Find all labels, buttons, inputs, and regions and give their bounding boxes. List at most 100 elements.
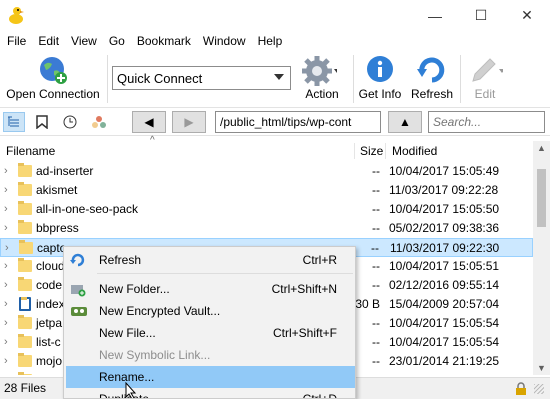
context-menu-label: Refresh	[99, 253, 142, 267]
close-icon: ✕	[521, 7, 533, 23]
filename-header-label: Filename	[6, 144, 56, 158]
context-menu-item[interactable]: New Folder... Ctrl+Shift+N	[66, 278, 355, 300]
menu-edit[interactable]: Edit	[32, 31, 65, 51]
info-icon	[367, 56, 393, 82]
resize-grip[interactable]	[534, 384, 544, 394]
folder-icon	[18, 201, 32, 215]
toolbar-divider	[353, 55, 354, 103]
action-button[interactable]: Action	[296, 53, 348, 105]
context-menu-item[interactable]: Duplicate... Ctrl+D	[66, 388, 355, 398]
file-row[interactable]: › ad-inserter -- 10/04/2017 15:05:49	[0, 162, 533, 181]
file-modified: 05/02/2017 09:38:36	[389, 221, 500, 235]
parent-directory-button[interactable]: ▲	[388, 111, 422, 133]
menu-bookmark[interactable]: Bookmark	[131, 31, 197, 51]
context-menu-item[interactable]: Refresh Ctrl+R	[66, 249, 355, 271]
open-connection-button[interactable]: Open Connection	[3, 53, 103, 105]
file-name: akismet	[36, 183, 78, 197]
php-file-icon	[19, 297, 31, 311]
context-menu-item[interactable]: New File... Ctrl+Shift+F	[66, 322, 355, 344]
file-size: --	[372, 202, 380, 216]
file-name: bbpress	[36, 221, 79, 235]
file-modified: 10/04/2017 15:05:51	[389, 259, 500, 273]
modified-column-header[interactable]: Modified	[386, 141, 533, 161]
file-row[interactable]: › akismet -- 11/03/2017 09:22:28	[0, 181, 533, 200]
toolbar-divider	[107, 55, 108, 103]
file-size: --	[372, 371, 380, 375]
edit-button[interactable]: Edit	[462, 53, 508, 105]
pencil-icon	[472, 58, 503, 82]
back-button[interactable]: ◀	[132, 111, 166, 133]
expand-chevron-icon[interactable]: ›	[4, 257, 12, 276]
scroll-up-icon[interactable]: ▲	[537, 143, 546, 153]
menu-window[interactable]: Window	[197, 31, 252, 51]
file-modified: 02/12/2016 09:55:14	[389, 278, 500, 292]
browser-view-button[interactable]	[3, 112, 25, 132]
duck-logo-icon	[9, 7, 24, 24]
expand-chevron-icon[interactable]: ›	[4, 200, 12, 219]
folder-icon	[18, 315, 32, 329]
file-size: --	[372, 259, 380, 273]
context-menu-item[interactable]: New Encrypted Vault...	[66, 300, 355, 322]
expand-chevron-icon[interactable]: ›	[5, 239, 13, 258]
vault-icon	[70, 303, 88, 319]
chevron-down-icon	[274, 74, 284, 80]
expand-chevron-icon[interactable]: ›	[4, 219, 12, 238]
open-connection-label: Open Connection	[6, 87, 100, 101]
quick-connect-value: Quick Connect	[117, 70, 203, 86]
file-modified: 10/04/2017 15:05:50	[389, 202, 500, 216]
expand-chevron-icon[interactable]: ›	[4, 295, 12, 314]
bookmarks-view-button[interactable]	[31, 112, 53, 132]
expand-chevron-icon[interactable]: ›	[4, 333, 12, 352]
size-header-label: Size	[360, 144, 384, 158]
expand-chevron-icon[interactable]: ›	[4, 162, 12, 181]
refresh-button[interactable]: Refresh	[409, 53, 455, 105]
maximize-button[interactable]: ☐	[458, 0, 504, 31]
get-info-button[interactable]: Get Info	[357, 53, 403, 105]
file-modified: 10/04/2017 15:05:49	[389, 164, 500, 178]
vertical-scrollbar[interactable]: ▲ ▼	[533, 141, 550, 375]
expand-chevron-icon[interactable]: ›	[4, 352, 12, 371]
expand-chevron-icon[interactable]: ›	[4, 314, 12, 333]
bonjour-view-button[interactable]	[88, 112, 110, 132]
context-menu-label: New Symbolic Link...	[99, 348, 211, 362]
history-view-button[interactable]	[59, 112, 81, 132]
file-name: mojo	[36, 354, 63, 368]
file-name: list-c	[36, 335, 61, 349]
quick-connect-select[interactable]: Quick Connect	[112, 66, 291, 90]
network-icon	[92, 116, 106, 128]
context-menu: Refresh Ctrl+R New Folder... Ctrl+Shift+N Ne…	[63, 246, 356, 399]
forward-button[interactable]: ▶	[172, 111, 206, 133]
toolbar: Open Connection Quick Connect Action Get…	[0, 51, 550, 108]
refresh-icon	[70, 252, 88, 268]
path-select[interactable]: /public_html/tips/wp-cont	[215, 111, 381, 133]
menu-go[interactable]: Go	[103, 31, 131, 51]
folder-icon	[18, 334, 32, 348]
file-size: --	[372, 164, 380, 178]
expand-chevron-icon[interactable]: ›	[4, 371, 12, 375]
mouse-cursor-icon	[125, 381, 137, 398]
folder-icon	[18, 220, 32, 234]
minimize-button[interactable]: —	[412, 0, 458, 31]
menu-help[interactable]: Help	[252, 31, 289, 51]
expand-chevron-icon[interactable]: ›	[4, 276, 12, 295]
search-input[interactable]	[428, 111, 545, 133]
file-modified: 11/03/2017 09:22:30	[390, 241, 500, 255]
menu-view[interactable]: View	[65, 31, 103, 51]
scrollbar-thumb[interactable]	[537, 169, 546, 227]
file-list-header: Filename ^ Size Modified	[0, 135, 533, 161]
filename-column-header[interactable]: Filename	[0, 141, 354, 161]
size-column-header[interactable]: Size	[354, 141, 384, 161]
menu-file[interactable]: File	[1, 31, 32, 51]
file-name: cloud	[36, 259, 65, 273]
close-button[interactable]: ✕	[504, 0, 550, 31]
gear-icon	[302, 56, 337, 86]
expand-chevron-icon[interactable]: ›	[4, 181, 12, 200]
globe-icon	[40, 57, 67, 84]
file-row[interactable]: › bbpress -- 05/02/2017 09:38:36	[0, 219, 533, 238]
file-row[interactable]: › all-in-one-seo-pack -- 10/04/2017 15:05:5…	[0, 200, 533, 219]
file-modified: 23/01/2014 21:19:25	[389, 354, 500, 368]
file-modified: 10/04/2017 15:05:54	[389, 316, 500, 330]
scroll-down-icon[interactable]: ▼	[537, 363, 546, 373]
context-menu-item[interactable]: Rename...	[66, 366, 355, 388]
file-name: code	[36, 278, 63, 292]
